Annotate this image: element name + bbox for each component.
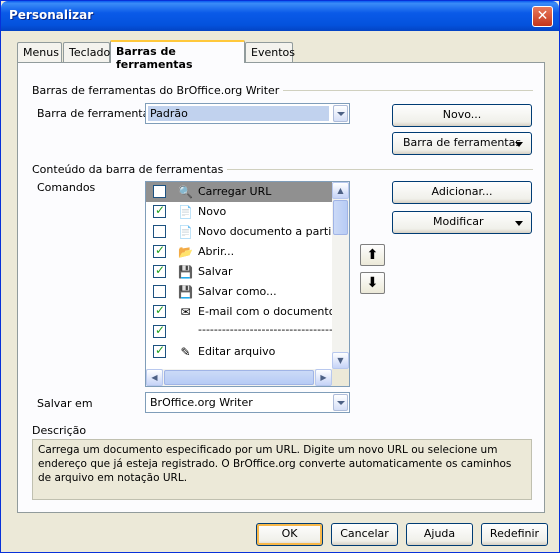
command-checkbox[interactable] xyxy=(153,225,166,238)
tab-keyboard[interactable]: Teclado xyxy=(63,42,110,62)
dropdown-arrow-icon xyxy=(515,221,523,226)
save-in-value: BrOffice.org Writer xyxy=(150,396,253,409)
command-label: ------------------------------------ xyxy=(198,323,341,336)
command-label: Salvar como... xyxy=(198,285,277,298)
title-bar[interactable]: Personalizar ✕ xyxy=(1,1,559,31)
toolbar-select-value: Padrão xyxy=(148,106,329,121)
description-label: Descrição xyxy=(32,424,87,437)
modify-button[interactable]: Modificar xyxy=(392,211,532,234)
ok-button[interactable]: OK xyxy=(256,523,323,546)
ok-button-label: OK xyxy=(281,527,298,540)
close-button[interactable]: ✕ xyxy=(532,6,553,27)
reset-button-label: Redefinir xyxy=(489,527,540,540)
commands-list[interactable]: 🔍 Carregar URL 📄 Novo 📄 Novo documento a part… xyxy=(145,181,350,387)
new-from-template-icon: 📄 xyxy=(178,225,193,239)
reset-button[interactable]: Redefinir xyxy=(481,523,548,546)
arrow-up-icon: ⬆ xyxy=(366,247,379,263)
window-title: Personalizar xyxy=(9,8,94,22)
horizontal-scrollbar[interactable]: ◀ ▶ xyxy=(146,369,332,386)
command-label: Carregar URL xyxy=(198,185,272,198)
command-checkbox[interactable] xyxy=(153,323,166,338)
help-button[interactable]: Ajuda xyxy=(406,523,473,546)
command-checkbox[interactable] xyxy=(153,203,166,218)
command-label: E-mail com o documento ane xyxy=(198,305,350,318)
open-folder-icon: 📂 xyxy=(178,245,193,259)
command-label: Novo documento a partir de xyxy=(198,225,350,238)
hscroll-thumb[interactable] xyxy=(164,370,314,385)
arrow-down-icon: ⬇ xyxy=(366,275,379,291)
scroll-down-icon[interactable]: ▼ xyxy=(332,352,349,369)
list-item[interactable]: ✉ E-mail com o documento ane xyxy=(146,302,349,322)
toolbar-menu-button-label: Barra de ferramentas xyxy=(403,136,522,149)
dropdown-arrow-icon xyxy=(515,142,523,147)
command-checkbox[interactable] xyxy=(153,285,166,298)
command-checkbox[interactable] xyxy=(153,263,166,278)
chevron-down-icon[interactable] xyxy=(333,105,348,122)
new-document-icon: 📄 xyxy=(178,205,193,219)
toolbar-menu-button[interactable]: Barra de ferramentas xyxy=(392,132,532,155)
add-command-button-label: Adicionar... xyxy=(431,185,493,198)
command-label: Salvar xyxy=(198,265,233,278)
commands-label: Comandos xyxy=(37,181,96,194)
list-item[interactable]: ------------------------------------ xyxy=(146,322,341,342)
command-label: Novo xyxy=(198,205,227,218)
list-item[interactable]: 💾 Salvar xyxy=(146,262,332,282)
new-toolbar-button[interactable]: Novo... xyxy=(392,104,532,127)
tab-menus[interactable]: Menus xyxy=(17,42,62,62)
move-up-button[interactable]: ⬆ xyxy=(360,244,385,266)
section-toolbars-title: Barras de ferramentas do BrOffice.org Wr… xyxy=(32,84,284,97)
new-toolbar-button-label: Novo... xyxy=(442,108,482,121)
tab-events[interactable]: Eventos xyxy=(245,42,295,62)
cancel-button-label: Cancelar xyxy=(340,527,389,540)
description-box: Carrega um documento especificado por um… xyxy=(32,439,532,500)
vertical-scrollbar[interactable]: ▲ ▼ xyxy=(332,182,349,369)
load-url-icon: 🔍 xyxy=(178,185,193,199)
modify-button-label: Modificar xyxy=(433,215,484,228)
section-contents-title: Conteúdo da barra de ferramentas xyxy=(32,163,228,176)
email-icon: ✉ xyxy=(180,305,191,319)
scroll-up-icon[interactable]: ▲ xyxy=(332,182,349,199)
list-item[interactable]: 🔍 Carregar URL xyxy=(146,182,332,202)
edit-file-icon: ✎ xyxy=(180,345,191,359)
list-item[interactable]: 📂 Abrir... xyxy=(146,242,332,262)
help-button-label: Ajuda xyxy=(423,527,456,540)
command-label: Editar arquivo xyxy=(198,345,276,358)
tab-toolbars[interactable]: Barras de ferramentas xyxy=(110,40,245,71)
command-checkbox[interactable] xyxy=(153,303,166,318)
save-in-select[interactable]: BrOffice.org Writer xyxy=(145,392,350,413)
chevron-down-icon[interactable] xyxy=(333,394,348,411)
close-icon: ✕ xyxy=(536,8,549,24)
add-command-button[interactable]: Adicionar... xyxy=(392,181,532,204)
scroll-corner xyxy=(332,369,349,386)
save-as-icon: 💾 xyxy=(178,285,193,299)
cancel-button[interactable]: Cancelar xyxy=(331,523,398,546)
description-text: Carrega um documento especificado por um… xyxy=(38,444,512,484)
save-icon: 💾 xyxy=(178,265,193,279)
list-item[interactable]: 💾 Salvar como... xyxy=(146,282,332,302)
move-down-button[interactable]: ⬇ xyxy=(360,272,385,294)
scroll-left-icon[interactable]: ◀ xyxy=(146,369,163,386)
list-item[interactable]: 📄 Novo xyxy=(146,202,332,222)
command-checkbox[interactable] xyxy=(153,343,166,358)
toolbar-select[interactable]: Padrão xyxy=(145,103,350,124)
list-item[interactable]: 📄 Novo documento a partir de xyxy=(146,222,349,242)
command-label: Abrir... xyxy=(198,245,235,258)
toolbar-label: Barra de ferramentas xyxy=(37,107,156,120)
command-checkbox[interactable] xyxy=(153,243,166,258)
list-item[interactable]: ✎ Editar arquivo xyxy=(146,342,332,362)
customize-dialog: Personalizar ✕ Menus Teclado Barras de f… xyxy=(0,0,560,553)
command-checkbox[interactable] xyxy=(153,185,166,198)
scroll-right-icon[interactable]: ▶ xyxy=(315,369,332,386)
scroll-thumb[interactable] xyxy=(333,200,348,235)
save-in-label: Salvar em xyxy=(37,397,93,410)
